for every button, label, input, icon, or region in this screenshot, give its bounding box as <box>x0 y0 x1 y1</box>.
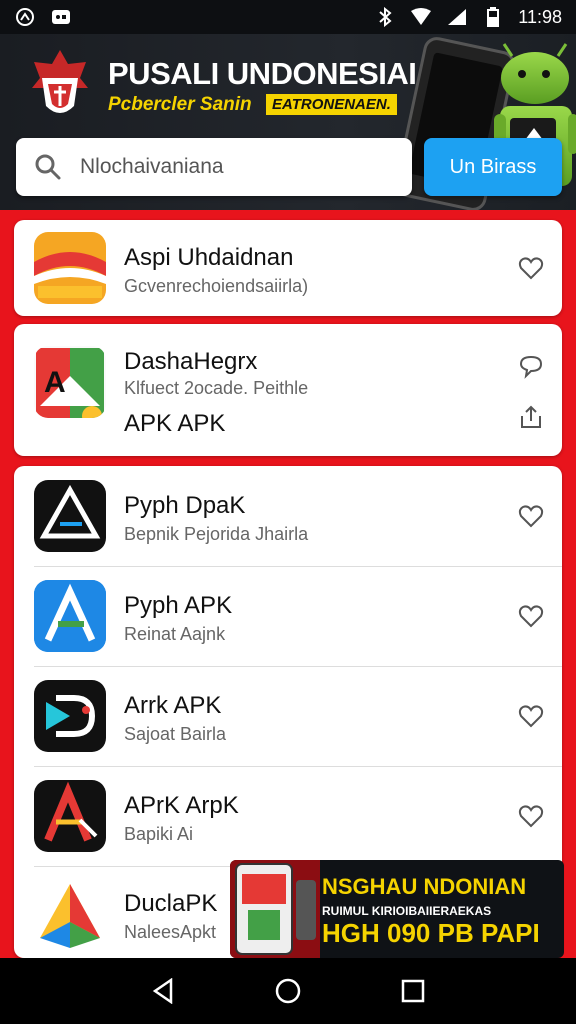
app-title: APrK ArpK <box>124 792 239 819</box>
list-item[interactable]: APrK ArpK Bapiki Ai <box>14 766 562 866</box>
map-app-icon: A <box>34 346 106 418</box>
app-card[interactable]: A DashaHegrx Klfuect 2ocade. Peithle APK… <box>14 324 562 456</box>
app-extra-label: APK APK <box>124 410 226 437</box>
svg-text:A: A <box>44 366 66 399</box>
app-title: Pyph DpaK <box>124 492 246 519</box>
system-navigation-bar <box>0 958 576 1024</box>
heart-icon[interactable] <box>518 256 544 282</box>
chat-bubble-icon[interactable] <box>518 354 544 380</box>
heart-icon[interactable] <box>518 804 544 830</box>
home-icon[interactable] <box>273 976 303 1006</box>
app-title: Aspi Uhdaidnan <box>124 244 294 271</box>
triangle-app-icon <box>34 480 106 552</box>
promo-headline: NSGHAU NDONIAN <box>322 874 527 899</box>
orange-wave-app-icon <box>34 232 106 304</box>
list-item[interactable]: Aspi Uhdaidnan Gcvenrechoiendsaiirla) <box>14 220 562 316</box>
app-subtitle: NaleesApkt <box>124 922 217 942</box>
search-input[interactable] <box>80 155 380 179</box>
play-d-app-icon <box>34 680 106 752</box>
status-bar: 11:98 <box>0 0 576 34</box>
list-item[interactable]: Arrk APK Sajoat Bairla <box>14 666 562 766</box>
search-button[interactable]: Un Birass <box>424 138 562 196</box>
recents-icon[interactable] <box>398 976 428 1006</box>
bluetooth-icon <box>374 6 396 28</box>
colorful-a-app-icon <box>34 878 106 950</box>
search-field[interactable] <box>16 138 412 196</box>
app-subtitle: Gcvenrechoiendsaiirla) <box>124 276 309 296</box>
app-title: DashaHegrx <box>124 348 258 375</box>
app-title: DuclaPK <box>124 890 218 917</box>
app-subtitle: Sajoat Bairla <box>124 724 227 744</box>
brand-subtitle: Pcbercler Sanin <box>108 94 252 115</box>
back-icon[interactable] <box>148 976 178 1006</box>
promo-offer: HGH 090 PB PAPI <box>322 918 540 948</box>
promo-phone-illustration <box>230 860 320 958</box>
pinwheel-icon <box>14 6 36 28</box>
blue-a-app-icon <box>34 580 106 652</box>
app-subtitle: Klfuect 2ocade. Peithle <box>124 378 309 398</box>
brand-badge: EATRONENAEN. <box>266 94 397 115</box>
wifi-icon <box>410 6 432 28</box>
app-subtitle: Bapiki Ai <box>124 824 194 844</box>
clock: 11:98 <box>518 6 562 27</box>
list-item[interactable]: Pyph DpaK Bepnik Pejorida Jhairla <box>14 466 562 566</box>
search-icon <box>35 154 61 180</box>
app-title: Pyph APK <box>124 592 233 619</box>
share-icon[interactable] <box>518 404 544 430</box>
heart-icon[interactable] <box>518 604 544 630</box>
brand-title: PUSALI UNDONESIAI <box>108 56 417 91</box>
heart-icon[interactable] <box>518 504 544 530</box>
photo-icon <box>50 6 72 28</box>
heart-icon[interactable] <box>518 704 544 730</box>
app-subtitle: Reinat Aajnk <box>124 624 226 644</box>
app-subtitle: Bepnik Pejorida Jhairla <box>124 524 309 544</box>
cell-signal-icon <box>446 6 468 28</box>
list-item[interactable]: Pyph APK Reinat Aajnk <box>14 566 562 666</box>
app-title: Arrk APK <box>124 692 222 719</box>
header-banner: PUSALI UNDONESIAI Pcbercler Sanin EATRON… <box>0 34 576 210</box>
promo-banner[interactable]: NSGHAU NDONIAN RUIMUL KIRIOIBAIIERAEKAS … <box>230 860 564 958</box>
list-item[interactable]: A DashaHegrx Klfuect 2ocade. Peithle APK… <box>14 324 562 456</box>
app-card[interactable]: Aspi Uhdaidnan Gcvenrechoiendsaiirla) <box>14 220 562 316</box>
promo-subline: RUIMUL KIRIOIBAIIERAEKAS <box>322 904 492 918</box>
battery-icon <box>482 6 504 28</box>
red-a-app-icon <box>34 780 106 852</box>
garuda-emblem-icon <box>32 50 88 113</box>
